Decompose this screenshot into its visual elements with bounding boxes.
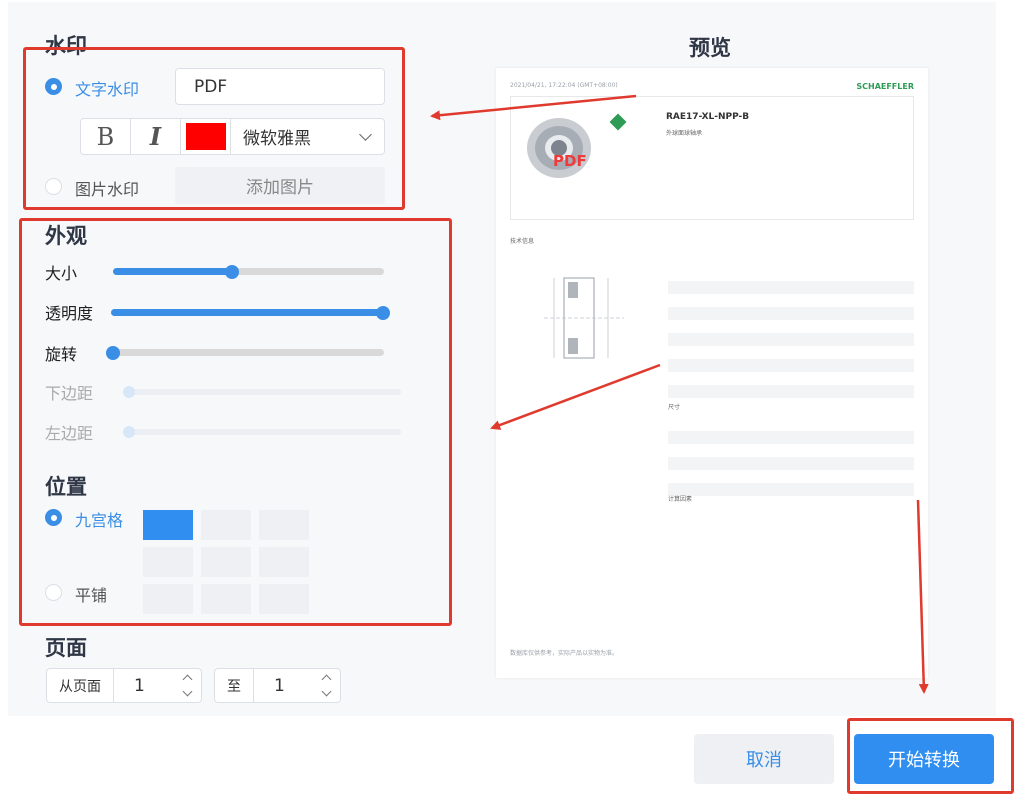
opacity-slider[interactable] <box>111 305 390 320</box>
grid-cell[interactable] <box>259 510 309 540</box>
grid-cell[interactable] <box>259 547 309 577</box>
opacity-label: 透明度 <box>45 304 94 323</box>
table-row <box>668 470 914 483</box>
table-row <box>668 457 914 470</box>
grid-position-label[interactable]: 九宫格 <box>75 507 123 531</box>
preview-document: 2021/04/21, 17:22:04 (GMT+08:00) SCHAEFF… <box>496 68 928 678</box>
to-page-label: 至 <box>215 669 254 702</box>
image-watermark-label[interactable]: 图片水印 <box>75 176 139 200</box>
size-slider[interactable] <box>113 264 384 279</box>
table-row <box>668 268 914 281</box>
text-watermark-radio[interactable] <box>45 78 62 95</box>
chevron-up-icon[interactable] <box>321 674 331 685</box>
grid-cell[interactable] <box>259 584 309 614</box>
table-row <box>668 385 914 398</box>
grid-cell[interactable] <box>201 510 251 540</box>
preview-calc-heading: 计算因素 <box>668 496 693 503</box>
bottom-margin-slider-handle <box>123 386 135 398</box>
table-row <box>668 431 914 444</box>
bottom-margin-slider <box>123 386 401 398</box>
grid-cell[interactable] <box>143 510 193 540</box>
table-row <box>668 346 914 359</box>
grid-cell[interactable] <box>143 584 193 614</box>
font-select-value: 微软雅黑 <box>243 129 311 149</box>
size-label: 大小 <box>45 264 78 283</box>
start-convert-button[interactable]: 开始转换 <box>854 734 994 784</box>
watermark-text-input[interactable]: PDF <box>175 68 385 105</box>
nine-grid-selector <box>143 510 311 614</box>
bearing-image <box>527 118 591 178</box>
table-row <box>668 294 914 307</box>
left-margin-slider <box>123 426 401 438</box>
preview-watermark-text: PDF <box>553 152 587 170</box>
preview-product-name: RAE17-XL-NPP-B <box>666 112 750 122</box>
from-page-stepper: 从页面 1 <box>46 668 202 703</box>
color-picker[interactable] <box>181 119 231 154</box>
cancel-button[interactable]: 取消 <box>694 734 834 784</box>
italic-button[interactable]: I <box>131 119 181 154</box>
preview-dims-heading: 尺寸 <box>668 404 681 411</box>
grid-position-radio[interactable] <box>45 509 62 526</box>
grid-cell[interactable] <box>201 547 251 577</box>
tile-position-label[interactable]: 平铺 <box>75 582 107 606</box>
appearance-section-title: 外观 <box>45 224 87 248</box>
preview-product-subtitle: 外球面球轴承 <box>666 130 703 137</box>
tile-position-radio[interactable] <box>45 584 62 601</box>
size-slider-fill <box>113 268 233 275</box>
opacity-slider-handle[interactable] <box>376 305 390 320</box>
chevron-down-icon[interactable] <box>321 686 331 697</box>
add-image-button[interactable]: 添加图片 <box>175 167 385 204</box>
preview-timestamp: 2021/04/21, 17:22:04 (GMT+08:00) <box>510 82 618 89</box>
text-style-toolbar: B I 微软雅黑 <box>80 118 385 155</box>
grid-cell[interactable] <box>201 584 251 614</box>
table-row <box>668 418 914 431</box>
from-page-arrows[interactable] <box>173 669 201 702</box>
watermark-section-title: 水印 <box>45 34 87 58</box>
table-row <box>668 508 914 521</box>
table-row <box>668 307 914 320</box>
opacity-slider-fill <box>111 309 383 316</box>
rotation-label: 旋转 <box>45 345 78 364</box>
left-margin-label: 左边距 <box>45 424 94 443</box>
chevron-down-icon <box>359 127 372 141</box>
grid-cell[interactable] <box>143 547 193 577</box>
table-row <box>668 320 914 333</box>
rotation-slider-handle[interactable] <box>106 345 120 360</box>
bottom-margin-label: 下边距 <box>45 384 94 403</box>
to-page-arrows[interactable] <box>312 669 340 702</box>
text-watermark-label[interactable]: 文字水印 <box>75 76 139 100</box>
chevron-down-icon[interactable] <box>182 686 192 697</box>
to-page-stepper: 至 1 <box>214 668 341 703</box>
table-row <box>668 281 914 294</box>
pages-section-title: 页面 <box>45 636 87 660</box>
preview-tech-heading: 技术信息 <box>510 238 535 245</box>
image-watermark-radio[interactable] <box>45 178 62 195</box>
table-row <box>668 372 914 385</box>
bold-button[interactable]: B <box>81 119 131 154</box>
font-select[interactable]: 微软雅黑 <box>231 119 384 154</box>
preview-footer: 数据库仅供参考，实际产品以实物为准。 <box>510 650 619 657</box>
left-margin-slider-handle <box>123 426 135 438</box>
preview-title: 预览 <box>689 36 731 60</box>
table-row <box>668 333 914 346</box>
table-row <box>668 444 914 457</box>
table-row <box>668 483 914 496</box>
table-row <box>668 359 914 372</box>
bearing-drawing <box>544 277 624 359</box>
position-section-title: 位置 <box>45 475 87 499</box>
rotation-slider[interactable] <box>106 345 384 360</box>
preview-brand: SCHAEFFLER <box>856 82 914 91</box>
color-swatch <box>185 123 226 150</box>
size-slider-handle[interactable] <box>225 264 240 279</box>
from-page-label: 从页面 <box>47 669 114 702</box>
from-page-input[interactable]: 1 <box>114 669 173 702</box>
chevron-up-icon[interactable] <box>182 674 192 685</box>
to-page-input[interactable]: 1 <box>254 669 312 702</box>
